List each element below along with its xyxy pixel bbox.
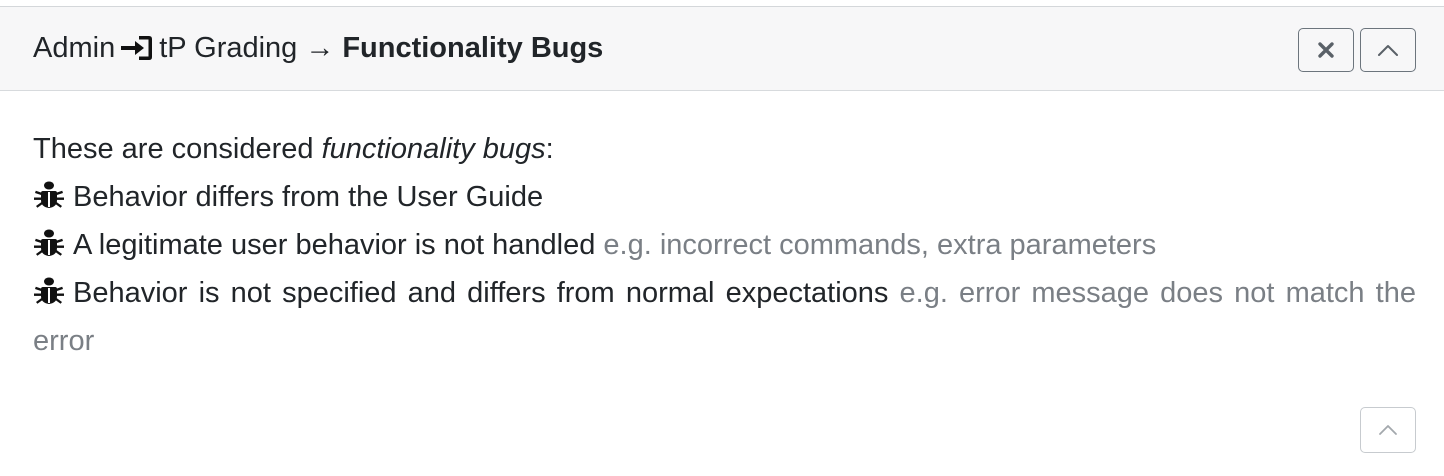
bug-item-text: Behavior is not specified and differs fr… [73,277,889,309]
collapse-footer-button[interactable] [1360,407,1416,453]
bug-item-note: e.g. incorrect commands, extra parameter… [603,229,1157,261]
sign-in-icon [119,33,155,63]
bug-icon [33,227,65,259]
page-title: Functionality Bugs [342,32,604,64]
collapse-button[interactable] [1360,28,1416,72]
functionality-bugs-card: Admin tP Grading → Functionality Bugs Th… [0,6,1444,476]
bug-item: Behavior differs from the User Guide [33,173,1416,221]
chevron-up-icon [1378,45,1398,56]
intro-suffix: : [545,133,554,165]
intro-text: These are considered functionality bugs: [33,125,1416,173]
title-prefix: Admin [33,32,116,64]
title-middle: tP Grading [159,32,298,64]
intro-emphasis: functionality bugs [321,133,546,165]
bug-item: Behavior is not specified and differs fr… [33,269,1416,365]
bug-item: A legitimate user behavior is not handle… [33,221,1416,269]
chevron-up-icon [1379,425,1397,435]
card-header: Admin tP Grading → Functionality Bugs [0,7,1444,91]
breadcrumb-arrow: → [305,32,335,64]
bug-item-text: A legitimate user behavior is not handle… [73,229,596,261]
intro-prefix: These are considered [33,133,322,165]
bug-icon [33,275,65,307]
close-icon [1318,42,1334,58]
header-title: Admin tP Grading → Functionality Bugs [33,30,603,66]
bug-icon [33,179,65,211]
close-button[interactable] [1298,28,1354,72]
bug-item-text: Behavior differs from the User Guide [73,181,544,213]
card-body: These are considered functionality bugs:… [33,125,1416,365]
